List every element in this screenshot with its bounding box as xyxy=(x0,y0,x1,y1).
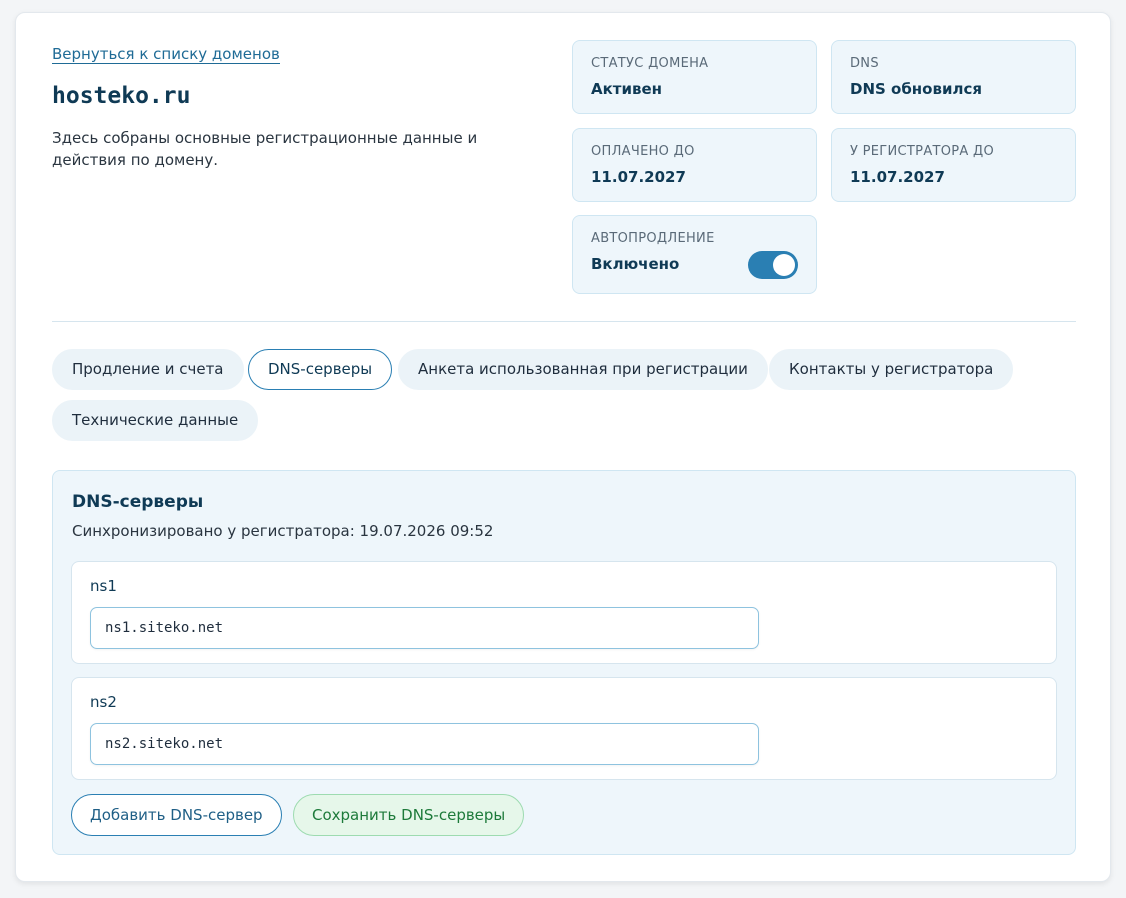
autorenew-label: Автопродление xyxy=(591,231,715,246)
paid-until-box: Оплачено до 11.07.2027 xyxy=(572,128,817,202)
tab-dns-servers[interactable]: DNS-серверы xyxy=(248,349,393,390)
back-to-domains-link[interactable]: Вернуться к списку доменов xyxy=(52,45,280,64)
panel-title: DNS-серверы xyxy=(72,492,204,512)
autorenew-toggle[interactable] xyxy=(748,251,798,279)
tab-registrar-contacts[interactable]: Контакты у регистратора xyxy=(769,349,1014,390)
ns-label: ns2 xyxy=(90,693,117,711)
add-dns-server-button[interactable]: Добавить DNS-сервер xyxy=(71,794,282,836)
registrar-until-box: У регистратора до 11.07.2027 xyxy=(831,128,1076,202)
domain-title: hosteko.ru xyxy=(52,83,191,109)
dns-status-value: DNS обновился xyxy=(850,80,982,98)
save-dns-servers-button[interactable]: Сохранить DNS-серверы xyxy=(293,794,525,836)
dns-status-label: DNS xyxy=(850,56,879,71)
dns-servers-panel: DNS-серверы Синхронизировано у регистрат… xyxy=(52,470,1076,855)
status-value: Активен xyxy=(591,80,663,98)
tab-renewal-invoices[interactable]: Продление и счета xyxy=(52,349,244,390)
sync-status-text: Синхронизировано у регистратора: 19.07.2… xyxy=(72,522,494,540)
ns2-input[interactable] xyxy=(90,723,759,765)
tab-technical-data[interactable]: Технические данные xyxy=(52,400,259,441)
domain-description: Здесь собраны основные регистрационные д… xyxy=(52,129,478,169)
domain-card: Вернуться к списку доменов hosteko.ru Зд… xyxy=(15,12,1111,882)
paid-until-value: 11.07.2027 xyxy=(591,168,686,186)
status-box: Статус домена Активен xyxy=(572,40,817,114)
ns-server-card: ns1 xyxy=(71,561,1057,664)
registrar-until-label: У регистратора до xyxy=(850,144,995,159)
paid-until-label: Оплачено до xyxy=(591,144,695,159)
autorenew-box: Автопродление Включено xyxy=(572,215,817,294)
dns-status-box: DNS DNS обновился xyxy=(831,40,1076,114)
ns-label: ns1 xyxy=(90,577,117,595)
ns1-input[interactable] xyxy=(90,607,759,649)
status-label: Статус домена xyxy=(591,56,709,71)
ns-server-card: ns2 xyxy=(71,677,1057,780)
section-divider xyxy=(52,321,1076,322)
tab-registration-form[interactable]: Анкета использованная при регистрации xyxy=(398,349,768,390)
registrar-until-value: 11.07.2027 xyxy=(850,168,945,186)
toggle-knob xyxy=(773,254,795,276)
